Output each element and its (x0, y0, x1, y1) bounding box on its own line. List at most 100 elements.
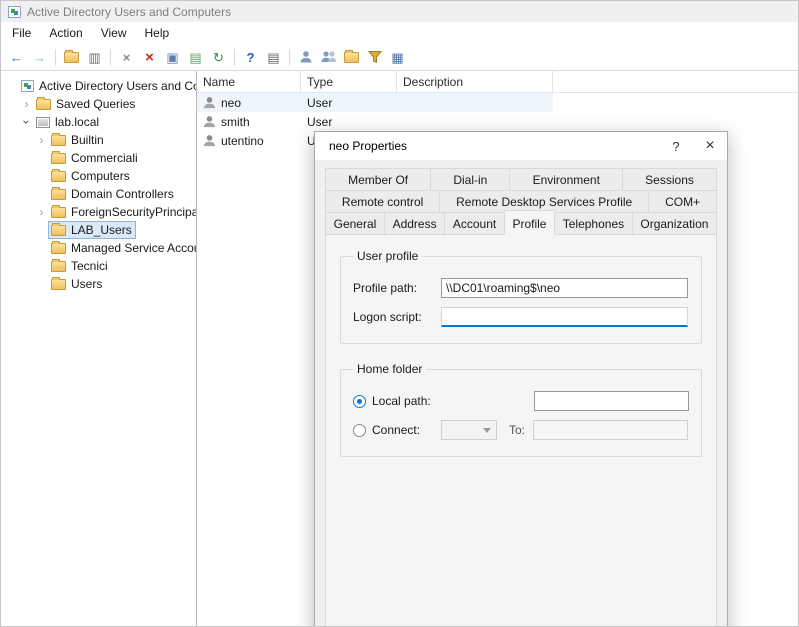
tree-item-content: Active Directory Users and Computers (18, 77, 197, 95)
aduc-app-icon (8, 6, 21, 18)
list-header: NameTypeDescription (197, 71, 798, 93)
tree-item-lab-users[interactable]: LAB_Users (1, 221, 196, 239)
new-ou-icon (344, 52, 359, 63)
table-row-smith[interactable]: smithUser (197, 112, 553, 131)
tree-item-computers[interactable]: Computers (1, 167, 196, 185)
tree-item-managed-service-accounts[interactable]: Managed Service Accounts (1, 239, 196, 257)
tab-telephones[interactable]: Telephones (554, 212, 633, 235)
user-name: smith (221, 115, 250, 129)
connect-radio[interactable] (353, 424, 366, 437)
dialog-help-button[interactable]: ? (659, 132, 693, 160)
chevron-down-icon (483, 428, 491, 433)
console-tree-pane: Active Directory Users and Computers›Sav… (1, 71, 197, 627)
local-path-input[interactable] (534, 391, 689, 411)
dialog-title: neo Properties (329, 139, 659, 153)
tree-item-foreignsecurityprincipals[interactable]: ›ForeignSecurityPrincipals (1, 203, 196, 221)
local-path-radio[interactable] (353, 395, 366, 408)
aduc-window: Active Directory Users and Computers Fil… (0, 0, 799, 627)
tree-item-commerciali[interactable]: Commerciali (1, 149, 196, 167)
table-row-neo[interactable]: neo User (197, 93, 553, 112)
column-header-name[interactable]: Name (197, 71, 301, 92)
tree-item-label: LAB_Users (71, 223, 132, 237)
toolbar-filter-button[interactable] (363, 46, 386, 69)
toolbar-separator (110, 49, 111, 66)
user-name: neo (221, 96, 241, 110)
toolbar-forward-button[interactable]: → (28, 46, 51, 69)
show-tree-icon: ▥ (88, 51, 100, 64)
tab-row-3: GeneralAddressAccountProfileTelephonesOr… (325, 212, 717, 235)
toolbar-new-group-button[interactable] (317, 46, 340, 69)
tree-item-label: lab.local (55, 115, 99, 129)
tab-profile[interactable]: Profile (504, 210, 555, 235)
connect-row: Connect: To: (353, 420, 689, 440)
tree-item-builtin[interactable]: ›Builtin (1, 131, 196, 149)
cell-name: utentino (197, 131, 301, 150)
tree-item-content: Managed Service Accounts (48, 239, 197, 257)
tab-member-of[interactable]: Member Of (325, 168, 431, 191)
toolbar-show-tree-button[interactable]: ▥ (83, 46, 106, 69)
toolbar-help-button[interactable]: ? (239, 46, 262, 69)
tree-item-active-directory-users-and-computers[interactable]: Active Directory Users and Computers (1, 77, 196, 95)
menu-file[interactable]: File (3, 23, 40, 43)
delete-icon: × (145, 50, 154, 65)
tab-sessions[interactable]: Sessions (622, 168, 717, 191)
toolbar-back-button[interactable]: ← (5, 46, 28, 69)
toolbar-new-user-button[interactable] (294, 46, 317, 69)
tree-item-users[interactable]: Users (1, 275, 196, 293)
toolbar-new-ou-button[interactable] (340, 46, 363, 69)
drive-letter-select[interactable] (441, 420, 497, 440)
user-profile-group: User profile Profile path: Logon script: (340, 249, 702, 344)
dialog-close-button[interactable]: × (693, 132, 727, 160)
folder-icon (51, 243, 66, 254)
tab-general[interactable]: General (325, 212, 385, 235)
tree-item-lab-local[interactable]: › lab.local (1, 113, 196, 131)
toolbar-advanced-button[interactable]: ▦ (386, 46, 409, 69)
toolbar-paste-button[interactable]: ▤ (184, 46, 207, 69)
toolbar-separator (289, 49, 290, 66)
new-group-icon (321, 50, 337, 64)
tab-organization[interactable]: Organization (632, 212, 717, 235)
tree-item-content: ForeignSecurityPrincipals (48, 203, 197, 221)
column-header-type[interactable]: Type (301, 71, 397, 92)
profile-tab-panel: User profile Profile path: Logon script:… (325, 234, 717, 627)
user-profile-legend: User profile (353, 249, 422, 263)
column-header-description[interactable]: Description (397, 71, 553, 92)
cell-type: User (301, 93, 397, 112)
tree-item-label: Users (71, 277, 102, 291)
domain-icon (36, 117, 50, 128)
chevron-collapsed-icon[interactable]: › (35, 133, 48, 147)
profile-path-input[interactable] (441, 278, 688, 298)
cell-description (397, 93, 553, 112)
tab-dial-in[interactable]: Dial-in (430, 168, 510, 191)
logon-script-input[interactable] (441, 307, 688, 327)
menu-action[interactable]: Action (40, 23, 91, 43)
tab-address[interactable]: Address (384, 212, 445, 235)
toolbar-delete-button[interactable]: × (138, 46, 161, 69)
to-label: To: (509, 423, 525, 437)
chevron-collapsed-icon[interactable]: › (35, 205, 48, 219)
tree-item-label: Commerciali (71, 151, 138, 165)
tab-environment[interactable]: Environment (509, 168, 623, 191)
aduc-icon (21, 80, 34, 92)
menu-view[interactable]: View (92, 23, 136, 43)
tree-item-saved-queries[interactable]: ›Saved Queries (1, 95, 196, 113)
folder-icon (36, 99, 51, 110)
tab-account[interactable]: Account (444, 212, 505, 235)
logon-script-row: Logon script: (353, 307, 689, 327)
window-title: Active Directory Users and Computers (27, 5, 231, 19)
toolbar-up-level-button[interactable] (60, 46, 83, 69)
connect-to-input[interactable] (533, 420, 688, 440)
tree-item-domain-controllers[interactable]: Domain Controllers (1, 185, 196, 203)
toolbar-export-list-button[interactable]: ▤ (262, 46, 285, 69)
toolbar-refresh-button[interactable]: ↻ (207, 46, 230, 69)
folder-icon (51, 135, 66, 146)
toolbar-copy-button[interactable]: ▣ (161, 46, 184, 69)
chevron-expanded-icon[interactable]: › (20, 116, 34, 129)
tab-remote-control[interactable]: Remote control (325, 190, 440, 213)
tree-item-tecnici[interactable]: Tecnici (1, 257, 196, 275)
user-name: utentino (221, 134, 264, 148)
tab-com[interactable]: COM+ (648, 190, 717, 213)
menu-help[interactable]: Help (136, 23, 179, 43)
toolbar-cut-button[interactable]: × (115, 46, 138, 69)
chevron-collapsed-icon[interactable]: › (20, 97, 33, 111)
